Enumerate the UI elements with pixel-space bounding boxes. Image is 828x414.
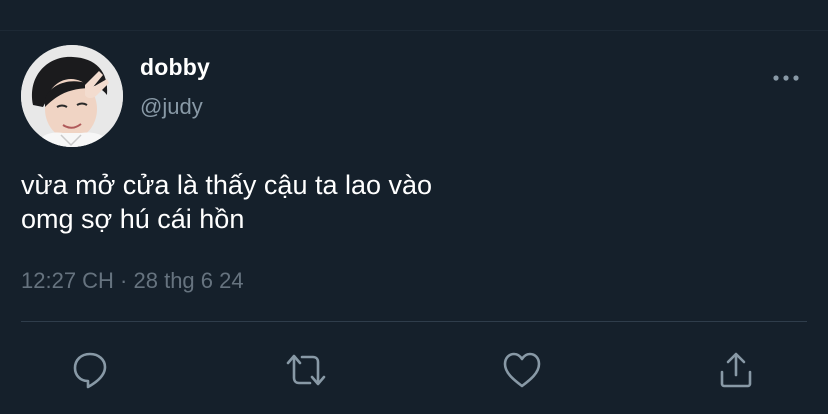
reply-icon: [73, 352, 107, 389]
share-icon: [720, 352, 752, 388]
tweet-timestamp[interactable]: 12:27 CH · 28 thg 6 24: [21, 268, 244, 294]
like-button[interactable]: [500, 348, 544, 392]
retweet-button[interactable]: [284, 348, 328, 392]
user-handle[interactable]: @judy: [140, 94, 203, 120]
retweet-icon: [286, 354, 326, 386]
share-button[interactable]: [714, 348, 758, 392]
tweet-text-line: omg sợ hú cái hồn: [21, 204, 245, 234]
tweet-text-line: vừa mở cửa là thấy cậu ta lao vào: [21, 170, 433, 200]
actions-divider: [21, 321, 807, 322]
avatar[interactable]: [21, 45, 123, 147]
tweet-text: vừa mở cửa là thấy cậu ta lao vào omg sợ…: [21, 168, 801, 236]
more-options-button[interactable]: [768, 66, 804, 90]
reply-button[interactable]: [68, 348, 112, 392]
display-name[interactable]: dobby: [140, 54, 210, 81]
heart-icon: [503, 352, 541, 388]
more-horizontal-icon: [773, 75, 799, 81]
tweet-card: dobby @judy vừa mở cửa là thấy cậu ta la…: [0, 0, 828, 414]
avatar-image: [21, 45, 123, 147]
